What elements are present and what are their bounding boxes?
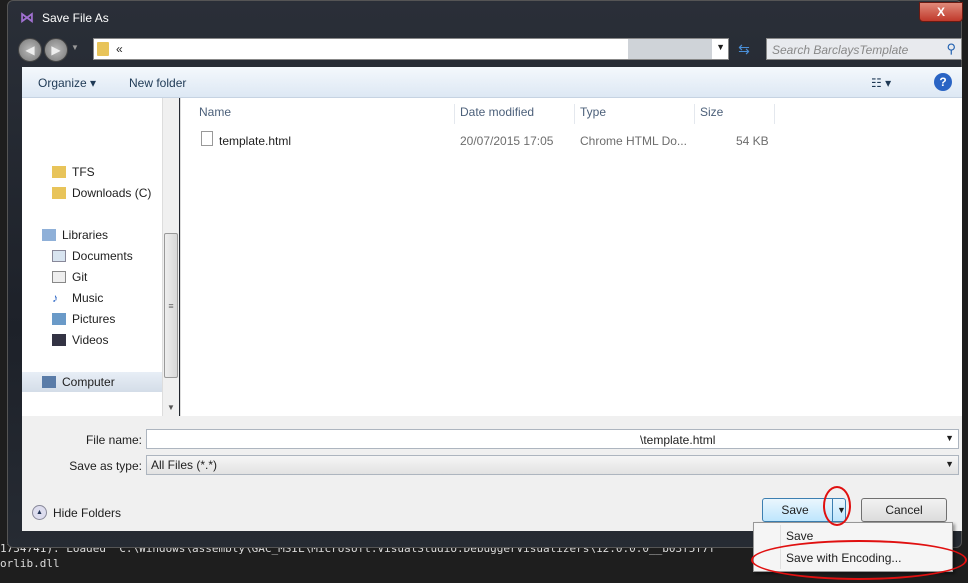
hide-folders-button[interactable]: ▲ Hide Folders bbox=[32, 503, 132, 523]
nav-label: TFS bbox=[72, 165, 95, 179]
redacted-area bbox=[44, 98, 158, 163]
file-type: Chrome HTML Do... bbox=[580, 134, 687, 148]
pictures-icon bbox=[52, 313, 66, 325]
nav-label: Videos bbox=[72, 333, 109, 347]
libraries-icon bbox=[42, 229, 56, 241]
view-options-button[interactable]: ☷ ▾ bbox=[871, 76, 891, 90]
file-name-label: File name: bbox=[85, 433, 142, 447]
forward-button[interactable]: ▶ bbox=[44, 38, 68, 62]
file-list: Name Date modified Type Size template.ht… bbox=[180, 98, 962, 416]
videos-icon bbox=[52, 334, 66, 346]
nav-item-downloads[interactable]: Downloads (C) bbox=[22, 183, 162, 203]
nav-item-libraries[interactable]: Libraries bbox=[22, 225, 162, 245]
nav-item-computer[interactable]: Computer bbox=[22, 372, 162, 392]
new-folder-button[interactable]: New folder bbox=[129, 76, 186, 90]
computer-icon bbox=[42, 376, 56, 388]
search-placeholder: Search BarclaysTemplate bbox=[772, 43, 909, 57]
organize-button[interactable]: Organize ▾ bbox=[38, 76, 96, 90]
scroll-down-icon[interactable]: ▼ bbox=[167, 403, 175, 412]
close-button[interactable]: X bbox=[919, 2, 963, 22]
recent-locations-dropdown[interactable]: ▼ bbox=[71, 43, 79, 52]
nav-label: Music bbox=[72, 291, 104, 305]
nav-scrollbar[interactable]: ≡ ▼ bbox=[162, 98, 179, 416]
nav-item-videos[interactable]: Videos bbox=[22, 330, 162, 350]
visual-studio-icon: ⋈ bbox=[20, 9, 34, 25]
file-date: 20/07/2015 17:05 bbox=[460, 134, 554, 148]
dialog-title: Save File As bbox=[42, 11, 109, 25]
file-name-input[interactable]: \template.html ▼ bbox=[146, 429, 959, 449]
nav-item-pictures[interactable]: Pictures bbox=[22, 309, 162, 329]
file-size: 54 KB bbox=[736, 134, 769, 148]
scrollbar-thumb[interactable]: ≡ bbox=[164, 233, 178, 378]
back-button[interactable]: ◀ bbox=[18, 38, 42, 62]
nav-label: Computer bbox=[62, 375, 115, 389]
documents-icon bbox=[52, 250, 66, 262]
command-bar: Organize ▾ New folder ☷ ▾ ? bbox=[22, 67, 962, 98]
save-as-type-select[interactable]: All Files (*.*) ▼ bbox=[146, 455, 959, 475]
annotation-circle bbox=[823, 486, 851, 526]
navigation-pane: TFS Downloads (C) Libraries Documents Gi… bbox=[22, 98, 179, 416]
chevron-down-icon[interactable]: ▼ bbox=[945, 433, 954, 443]
console-output-line: orlib.dll bbox=[0, 557, 60, 570]
table-row[interactable]: template.html 20/07/2015 17:05 Chrome HT… bbox=[181, 98, 781, 158]
nav-label: Pictures bbox=[72, 312, 116, 326]
hide-folders-label: Hide Folders bbox=[53, 506, 122, 520]
search-icon[interactable]: ⚲ bbox=[946, 41, 956, 57]
nav-label: Downloads (C) bbox=[72, 186, 152, 200]
file-name-value: \template.html bbox=[640, 433, 716, 447]
breadcrumb[interactable]: « bbox=[116, 42, 123, 56]
folder-icon bbox=[52, 187, 66, 199]
menu-item-save[interactable]: Save bbox=[786, 529, 813, 543]
search-input[interactable]: Search BarclaysTemplate ⚲ bbox=[766, 38, 962, 60]
file-name: template.html bbox=[219, 134, 292, 148]
save-file-dialog: ⋈ Save File As X ◀ ▶ ▼ « ▼ ⇆ Search Barc… bbox=[7, 0, 963, 548]
nav-label: Libraries bbox=[62, 228, 109, 242]
help-icon[interactable]: ? bbox=[934, 73, 952, 91]
chevron-down-icon[interactable]: ▼ bbox=[716, 42, 725, 52]
cancel-button[interactable]: Cancel bbox=[861, 498, 947, 522]
nav-item-documents[interactable]: Documents bbox=[22, 246, 162, 266]
folder-icon bbox=[52, 166, 66, 178]
nav-label: Documents bbox=[72, 249, 133, 263]
chevron-up-icon: ▲ bbox=[32, 505, 47, 520]
nav-item-tfs[interactable]: TFS bbox=[22, 162, 162, 182]
address-bar[interactable]: « ▼ bbox=[93, 38, 729, 60]
save-as-type-value: All Files (*.*) bbox=[151, 458, 218, 472]
save-as-type-label: Save as type: bbox=[69, 459, 142, 473]
nav-item-git[interactable]: Git bbox=[22, 267, 162, 287]
annotation-ellipse bbox=[751, 540, 967, 580]
music-icon: ♪ bbox=[52, 291, 58, 305]
git-icon bbox=[52, 271, 66, 283]
file-icon bbox=[201, 131, 213, 146]
chevron-down-icon[interactable]: ▼ bbox=[945, 459, 954, 469]
save-label: Save bbox=[781, 503, 809, 517]
nav-item-music[interactable]: ♪ Music bbox=[22, 288, 162, 308]
refresh-icon[interactable]: ⇆ bbox=[733, 38, 755, 60]
nav-label: Git bbox=[72, 270, 88, 284]
save-options-panel: File name: \template.html ▼ Save as type… bbox=[22, 416, 962, 531]
address-redacted bbox=[628, 39, 712, 59]
folder-icon bbox=[97, 42, 109, 56]
